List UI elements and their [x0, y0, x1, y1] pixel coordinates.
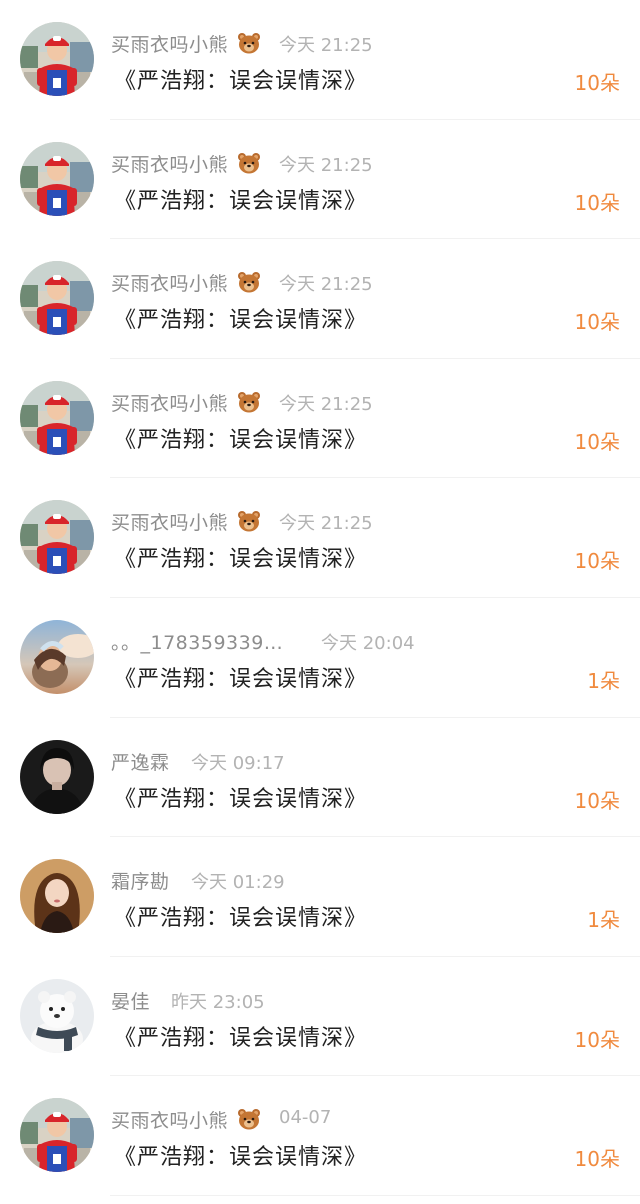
user-name-text: 霜序勘	[111, 871, 170, 894]
user-name[interactable]: 买雨衣吗小熊	[111, 389, 261, 416]
flower-count: 10朵	[574, 788, 620, 813]
gift-message: 《严浩翔：误会误情深》	[114, 308, 368, 334]
timestamp: 今天 21:25	[279, 393, 373, 415]
gift-record-row[interactable]: 买雨衣吗小熊 今天 21:25 《严浩翔：误会误情深》 10朵	[0, 239, 640, 359]
user-name-text: 买雨衣吗小熊	[111, 273, 229, 296]
flower-count: 10朵	[574, 1027, 620, 1052]
timestamp: 今天 21:25	[279, 274, 373, 296]
avatar[interactable]	[20, 261, 94, 336]
user-name-text: 买雨衣吗小熊	[111, 1110, 229, 1133]
user-name[interactable]: 买雨衣吗小熊	[111, 269, 261, 296]
gift-record-row[interactable]: 霜序勘 今天 01:29 《严浩翔：误会误情深》 1朵	[0, 837, 640, 957]
gift-record-row[interactable]: 买雨衣吗小熊 今天 21:25 《严浩翔：误会误情深》 10朵	[0, 0, 640, 120]
avatar[interactable]	[20, 620, 94, 694]
timestamp: 今天 20:04	[321, 633, 415, 654]
gift-message: 《严浩翔：误会误情深》	[114, 906, 368, 932]
gift-message: 《严浩翔：误会误情深》	[114, 427, 368, 453]
gift-record-row[interactable]: 严逸霖 今天 09:17 《严浩翔：误会误情深》 10朵	[0, 717, 640, 838]
user-name-text: 买雨衣吗小熊	[111, 392, 229, 415]
avatar[interactable]	[20, 500, 94, 575]
gift-record-row[interactable]: 买雨衣吗小熊 04-07 《严浩翔：误会误情深》 10朵	[0, 1076, 640, 1196]
user-name[interactable]: 严逸霖	[111, 748, 170, 775]
gift-message: 《严浩翔：误会误情深》	[114, 1025, 368, 1051]
gift-message: 《严浩翔：误会误情深》	[114, 69, 368, 94]
timestamp: 今天 21:25	[279, 154, 373, 176]
timestamp: 04-07	[279, 1107, 332, 1129]
flower-count: 10朵	[574, 71, 620, 95]
gift-record-row[interactable]: 买雨衣吗小熊 今天 21:25 《严浩翔：误会误情深》 10朵	[0, 478, 640, 598]
avatar[interactable]	[20, 978, 94, 1053]
timestamp: 今天 21:25	[279, 35, 373, 56]
timestamp: 今天 09:17	[191, 752, 285, 774]
bear-face-icon	[237, 511, 260, 532]
avatar[interactable]	[20, 739, 94, 814]
user-name-text: 买雨衣吗小熊	[111, 34, 229, 56]
bear-face-icon	[237, 1109, 260, 1130]
gift-record-row[interactable]: 晏佳 昨天 23:05 《严浩翔：误会误情深》 10朵	[0, 956, 640, 1077]
flower-count: 10朵	[574, 549, 620, 574]
user-name[interactable]: 买雨衣吗小熊	[111, 508, 261, 535]
timestamp: 昨天 23:05	[171, 991, 265, 1013]
user-name[interactable]: 买雨衣吗小熊	[111, 30, 261, 57]
gift-record-row[interactable]: 买雨衣吗小熊 今天 21:25 《严浩翔：误会误情深》 10朵	[0, 358, 640, 479]
gift-message: 《严浩翔：误会误情深》	[114, 547, 368, 573]
user-name[interactable]: 晏佳	[111, 987, 150, 1014]
gift-message: 《严浩翔：误会误情深》	[114, 1145, 368, 1171]
user-name-text: 买雨衣吗小熊	[111, 153, 229, 176]
timestamp: 今天 21:25	[279, 513, 373, 535]
bear-face-icon	[237, 152, 260, 174]
user-name[interactable]: 买雨衣吗小熊	[111, 1106, 261, 1133]
avatar[interactable]	[20, 141, 94, 216]
user-name-text: 买雨衣吗小熊	[111, 512, 229, 535]
user-name-text: 。。_178359339…	[111, 632, 284, 654]
user-name[interactable]: 。。_178359339…	[111, 628, 283, 655]
flower-count: 1朵	[587, 908, 620, 933]
gift-record-list: 买雨衣吗小熊 今天 21:25 《严浩翔：误会误情深》 10朵 买雨衣吗小熊 今…	[0, 0, 640, 1204]
gift-message: 《严浩翔：误会误情深》	[114, 667, 368, 692]
flower-count: 10朵	[574, 310, 620, 335]
bear-face-icon	[237, 272, 260, 293]
flower-count: 10朵	[574, 190, 620, 215]
flower-count: 10朵	[574, 429, 620, 454]
bear-face-icon	[237, 33, 260, 54]
gift-message: 《严浩翔：误会误情深》	[114, 786, 368, 812]
flower-count: 1朵	[587, 669, 620, 693]
avatar[interactable]	[20, 22, 94, 96]
avatar[interactable]	[20, 380, 94, 455]
timestamp: 今天 01:29	[191, 872, 285, 894]
gift-record-row[interactable]: 。。_178359339… 今天 20:04 《严浩翔：误会误情深》 1朵	[0, 598, 640, 718]
avatar[interactable]	[20, 859, 94, 934]
user-name-text: 严逸霖	[111, 751, 170, 774]
gift-message: 《严浩翔：误会误情深》	[114, 188, 368, 214]
flower-count: 10朵	[574, 1147, 620, 1172]
avatar[interactable]	[20, 1098, 94, 1173]
bear-face-icon	[237, 391, 260, 413]
user-name[interactable]: 买雨衣吗小熊	[111, 150, 261, 177]
user-name-text: 晏佳	[111, 990, 151, 1013]
user-name[interactable]: 霜序勘	[111, 867, 170, 894]
gift-record-row[interactable]: 买雨衣吗小熊 今天 21:25 《严浩翔：误会误情深》 10朵	[0, 119, 640, 240]
